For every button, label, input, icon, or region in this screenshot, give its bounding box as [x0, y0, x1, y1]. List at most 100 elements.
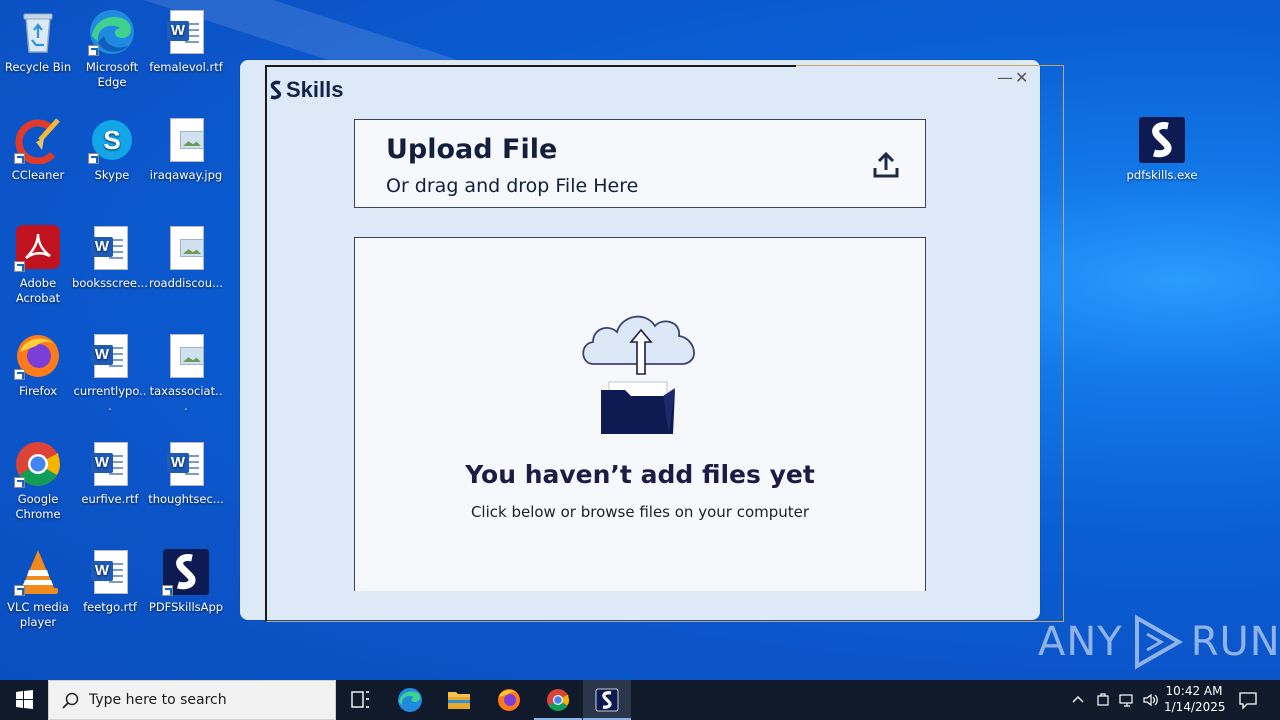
close-button[interactable]: ✕ [1015, 70, 1028, 86]
desktop-icon-label: currentlypo... [73, 384, 147, 413]
word-doc-icon: W [162, 8, 210, 56]
desktop-icon-label: Microsoft Edge [85, 60, 139, 89]
cloud-folder-upload-icon [582, 315, 695, 434]
desktop-icon-label: roaddiscou... [149, 276, 223, 290]
word-doc-icon: W [86, 332, 134, 380]
shortcut-arrow-icon [162, 585, 173, 596]
shortcut-arrow-icon [14, 369, 25, 380]
taskbar-edge[interactable] [386, 680, 434, 720]
pdfskills-icon [595, 688, 619, 712]
upload-file-panel[interactable]: Upload File Or drag and drop File Here [354, 119, 926, 208]
chrome-icon [14, 440, 62, 488]
shortcut-arrow-icon [14, 477, 25, 488]
shortcut-arrow-icon [88, 153, 99, 164]
desktop-icon-label: thoughtsec... [148, 492, 224, 506]
watermark-text-right: RUN [1190, 619, 1280, 665]
clock-date: 1/14/2025 [1164, 700, 1226, 714]
recycle-bin-icon [14, 8, 62, 56]
desktop-icon-femalevol[interactable]: W femalevol.rtf [148, 8, 224, 75]
desktop-icon-pdfskills-exe[interactable]: pdfskills.exe [1124, 116, 1200, 183]
edge-icon [398, 688, 422, 712]
notification-icon[interactable] [1238, 690, 1258, 710]
desktop-icon-label: eurfive.rtf [81, 492, 139, 506]
desktop-icon-label: VLC media player [7, 600, 69, 629]
desktop-icon-label: pdfskills.exe [1126, 168, 1198, 182]
drop-zone[interactable]: You haven’t add files yet Click below or… [354, 237, 926, 591]
task-view-button[interactable] [336, 680, 384, 720]
shortcut-arrow-icon [14, 153, 25, 164]
desktop-icon-label: CCleaner [11, 168, 65, 182]
image-file-icon [162, 224, 210, 272]
minimize-button[interactable]: — [997, 70, 1013, 86]
taskbar-search[interactable]: Type here to search [48, 680, 336, 720]
edge-icon [88, 8, 136, 56]
skype-icon: S [88, 116, 136, 164]
desktop-icon-recycle-bin[interactable]: Recycle Bin [0, 8, 76, 75]
task-view-icon [351, 691, 369, 708]
security-icon[interactable] [1095, 692, 1111, 708]
upload-icon[interactable] [871, 150, 901, 180]
file-explorer-icon [448, 692, 470, 709]
skills-app-window: Skills — ✕ Upload File Or drag and drop … [240, 60, 1040, 620]
desktop-icon-label: Firefox [18, 384, 58, 398]
play-logo-icon [1134, 614, 1183, 670]
desktop-icon-feetgo[interactable]: W feetgo.rtf [72, 548, 148, 615]
shortcut-arrow-icon [14, 585, 25, 596]
pdfskills-icon [1138, 116, 1186, 164]
taskbar-pdfskills[interactable] [583, 680, 631, 720]
firefox-icon [498, 689, 520, 711]
clock-time: 10:42 AM [1165, 684, 1223, 698]
desktop-icon-label: Skype [94, 168, 130, 182]
windows-logo-icon [16, 690, 33, 709]
start-button[interactable] [0, 680, 48, 720]
ccleaner-icon [14, 116, 62, 165]
anyrun-watermark: ANY RUN [1038, 612, 1280, 672]
svg-text:S: S [103, 125, 120, 155]
desktop-icon-label: femalevol.rtf [149, 60, 223, 74]
desktop-icon-iraqaway[interactable]: iraqaway.jpg [148, 116, 224, 183]
pdfskills-icon [162, 548, 210, 596]
upload-title: Upload File [386, 134, 558, 165]
desktop-icon-adobe-acrobat[interactable]: Adobe Acrobat [0, 224, 76, 306]
desktop-icon-pdfskillsapp[interactable]: PDFSkillsApp [148, 548, 224, 615]
chevron-up-icon[interactable] [1070, 692, 1086, 708]
watermark-text-left: ANY [1038, 619, 1123, 665]
desktop-icon-google-chrome[interactable]: Google Chrome [0, 440, 76, 522]
empty-state-subtitle: Click below or browse files on your comp… [470, 503, 810, 521]
desktop-icon-skype[interactable]: S Skype [74, 116, 150, 183]
shortcut-arrow-icon [14, 261, 25, 272]
desktop-icon-firefox[interactable]: Firefox [0, 332, 76, 399]
taskbar-firefox[interactable] [485, 680, 533, 720]
desktop-icon-ccleaner[interactable]: CCleaner [0, 116, 76, 183]
desktop-icon-microsoft-edge[interactable]: Microsoft Edge [74, 8, 150, 90]
desktop-icon-currentlypo[interactable]: W currentlypo... [72, 332, 148, 414]
taskbar-file-explorer[interactable] [435, 680, 483, 720]
taskbar-clock[interactable]: 10:42 AM 1/14/2025 [1164, 684, 1226, 714]
taskbar: Type here to search 10:42 AM 1/14/2025 [0, 680, 1280, 720]
word-doc-icon: W [86, 548, 134, 596]
word-doc-icon: W [86, 440, 134, 488]
desktop-icon-thoughtsec[interactable]: W thoughtsec... [148, 440, 224, 507]
app-brand: Skills [269, 77, 343, 103]
taskbar-chrome[interactable] [534, 680, 582, 720]
search-icon [62, 692, 79, 709]
desktop-icon-label: iraqaway.jpg [149, 168, 223, 182]
network-icon[interactable] [1118, 692, 1136, 708]
desktop-icon-eurfive[interactable]: W eurfive.rtf [72, 440, 148, 507]
firefox-icon [14, 332, 62, 380]
desktop-icon-label: taxassociat... [149, 384, 223, 413]
acrobat-icon [14, 224, 62, 272]
desktop-icon-label: PDFSkillsApp [148, 600, 224, 614]
image-file-icon [162, 332, 210, 380]
desktop-icon-vlc[interactable]: VLC media player [0, 548, 76, 630]
empty-state-title: You haven’t add files yet [465, 460, 815, 489]
volume-icon[interactable] [1142, 692, 1160, 708]
desktop-icon-label: Google Chrome [15, 492, 61, 521]
word-doc-icon: W [86, 224, 134, 272]
desktop-icon-label: booksscree... [72, 276, 148, 290]
desktop-icon-roaddiscou[interactable]: roaddiscou... [148, 224, 224, 291]
app-brand-text: Skills [286, 77, 344, 102]
word-doc-icon: W [162, 440, 210, 488]
desktop-icon-booksscree[interactable]: W booksscree... [72, 224, 148, 291]
desktop-icon-taxassociat[interactable]: taxassociat... [148, 332, 224, 414]
